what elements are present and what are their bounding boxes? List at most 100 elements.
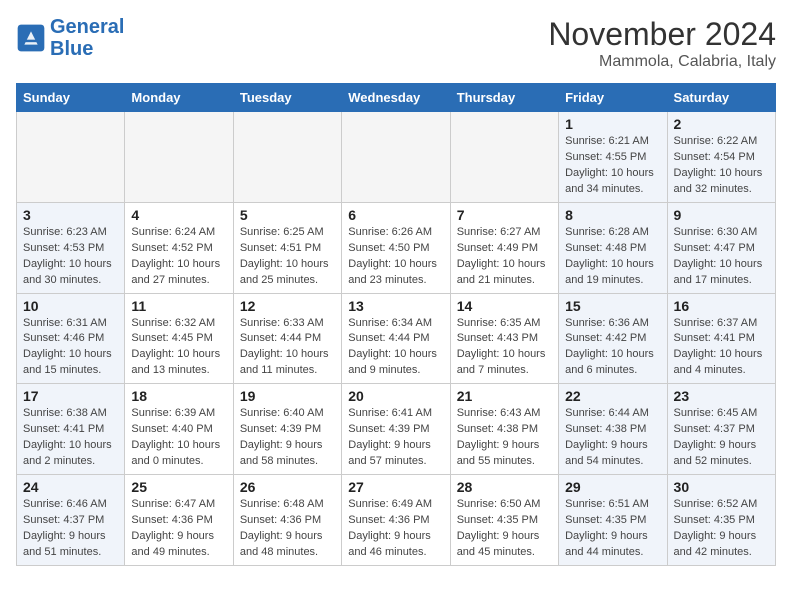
calendar-cell: 29 Sunrise: 6:51 AMSunset: 4:35 PMDayligh… [559,475,667,566]
calendar-cell: 16 Sunrise: 6:37 AMSunset: 4:41 PMDayligh… [667,293,775,384]
day-info: Sunrise: 6:40 AMSunset: 4:39 PMDaylight:… [240,406,335,470]
calendar-cell [125,112,233,203]
calendar-cell: 9 Sunrise: 6:30 AMSunset: 4:47 PMDaylight… [667,202,775,293]
day-number: 18 [131,388,226,404]
day-info: Sunrise: 6:51 AMSunset: 4:35 PMDaylight:… [565,497,660,561]
day-number: 6 [348,207,443,223]
calendar-week-row: 17Sunrise: 6:38 AMSunset: 4:41 PMDayligh… [17,384,776,475]
calendar-week-row: 3 Sunrise: 6:23 AMSunset: 4:53 PMDaylight… [17,202,776,293]
day-number: 16 [674,298,769,314]
day-number: 9 [674,207,769,223]
day-number: 12 [240,298,335,314]
weekday-header: Saturday [667,84,775,112]
calendar-cell: 26 Sunrise: 6:48 AMSunset: 4:36 PMDayligh… [233,475,341,566]
logo: General Blue [16,16,124,60]
day-number: 10 [23,298,118,314]
day-number: 14 [457,298,552,314]
day-info: Sunrise: 6:45 AMSunset: 4:37 PMDaylight:… [674,406,769,470]
day-number: 3 [23,207,118,223]
weekday-header: Tuesday [233,84,341,112]
day-number: 23 [674,388,769,404]
month-title: November 2024 [548,16,776,53]
calendar-cell: 8 Sunrise: 6:28 AMSunset: 4:48 PMDaylight… [559,202,667,293]
day-number: 17 [23,388,118,404]
day-info: Sunrise: 6:37 AMSunset: 4:41 PMDaylight:… [674,316,769,380]
calendar-body: 1 Sunrise: 6:21 AMSunset: 4:55 PMDaylight… [17,112,776,566]
day-number: 5 [240,207,335,223]
weekday-header: Thursday [450,84,558,112]
calendar-cell: 30 Sunrise: 6:52 AMSunset: 4:35 PMDayligh… [667,475,775,566]
day-info: Sunrise: 6:30 AMSunset: 4:47 PMDaylight:… [674,225,769,289]
day-info: Sunrise: 6:41 AMSunset: 4:39 PMDaylight:… [348,406,443,470]
calendar-cell: 6 Sunrise: 6:26 AMSunset: 4:50 PMDaylight… [342,202,450,293]
calendar-cell: 17Sunrise: 6:38 AMSunset: 4:41 PMDayligh… [17,384,125,475]
calendar-cell: 14 Sunrise: 6:35 AMSunset: 4:43 PMDayligh… [450,293,558,384]
calendar-week-row: 10 Sunrise: 6:31 AMSunset: 4:46 PMDayligh… [17,293,776,384]
day-number: 21 [457,388,552,404]
day-info: Sunrise: 6:44 AMSunset: 4:38 PMDaylight:… [565,406,660,470]
day-info: Sunrise: 6:47 AMSunset: 4:36 PMDaylight:… [131,497,226,561]
day-number: 25 [131,479,226,495]
day-number: 26 [240,479,335,495]
day-number: 7 [457,207,552,223]
day-info: Sunrise: 6:33 AMSunset: 4:44 PMDaylight:… [240,316,335,380]
calendar-week-row: 24Sunrise: 6:46 AMSunset: 4:37 PMDayligh… [17,475,776,566]
day-number: 8 [565,207,660,223]
day-number: 27 [348,479,443,495]
day-info: Sunrise: 6:49 AMSunset: 4:36 PMDaylight:… [348,497,443,561]
day-number: 4 [131,207,226,223]
location: Mammola, Calabria, Italy [548,53,776,71]
day-info: Sunrise: 6:32 AMSunset: 4:45 PMDaylight:… [131,316,226,380]
day-info: Sunrise: 6:35 AMSunset: 4:43 PMDaylight:… [457,316,552,380]
calendar-cell: 1 Sunrise: 6:21 AMSunset: 4:55 PMDaylight… [559,112,667,203]
day-number: 19 [240,388,335,404]
day-info: Sunrise: 6:31 AMSunset: 4:46 PMDaylight:… [23,316,118,380]
calendar-cell: 18 Sunrise: 6:39 AMSunset: 4:40 PMDayligh… [125,384,233,475]
day-info: Sunrise: 6:48 AMSunset: 4:36 PMDaylight:… [240,497,335,561]
weekday-header: Sunday [17,84,125,112]
calendar-cell: 3 Sunrise: 6:23 AMSunset: 4:53 PMDaylight… [17,202,125,293]
day-info: Sunrise: 6:21 AMSunset: 4:55 PMDaylight:… [565,134,660,198]
day-info: Sunrise: 6:23 AMSunset: 4:53 PMDaylight:… [23,225,118,289]
page-header: General Blue November 2024 Mammola, Cala… [16,16,776,71]
weekday-header: Friday [559,84,667,112]
day-info: Sunrise: 6:24 AMSunset: 4:52 PMDaylight:… [131,225,226,289]
weekday-header: Monday [125,84,233,112]
day-number: 29 [565,479,660,495]
day-number: 13 [348,298,443,314]
calendar-cell: 12 Sunrise: 6:33 AMSunset: 4:44 PMDayligh… [233,293,341,384]
calendar-cell: 28Sunrise: 6:50 AMSunset: 4:35 PMDayligh… [450,475,558,566]
day-info: Sunrise: 6:52 AMSunset: 4:35 PMDaylight:… [674,497,769,561]
calendar-header-row: SundayMondayTuesdayWednesdayThursdayFrid… [17,84,776,112]
day-number: 20 [348,388,443,404]
day-number: 1 [565,116,660,132]
calendar-cell: 27 Sunrise: 6:49 AMSunset: 4:36 PMDayligh… [342,475,450,566]
weekday-header: Wednesday [342,84,450,112]
day-number: 22 [565,388,660,404]
day-number: 15 [565,298,660,314]
day-info: Sunrise: 6:36 AMSunset: 4:42 PMDaylight:… [565,316,660,380]
calendar-cell: 23 Sunrise: 6:45 AMSunset: 4:37 PMDayligh… [667,384,775,475]
day-info: Sunrise: 6:27 AMSunset: 4:49 PMDaylight:… [457,225,552,289]
day-number: 30 [674,479,769,495]
calendar-cell: 11Sunrise: 6:32 AMSunset: 4:45 PMDayligh… [125,293,233,384]
calendar-table: SundayMondayTuesdayWednesdayThursdayFrid… [16,83,776,566]
day-info: Sunrise: 6:43 AMSunset: 4:38 PMDaylight:… [457,406,552,470]
calendar-cell [233,112,341,203]
calendar-cell: 7 Sunrise: 6:27 AMSunset: 4:49 PMDaylight… [450,202,558,293]
calendar-cell [450,112,558,203]
calendar-cell: 10 Sunrise: 6:31 AMSunset: 4:46 PMDayligh… [17,293,125,384]
title-block: November 2024 Mammola, Calabria, Italy [548,16,776,71]
day-number: 2 [674,116,769,132]
calendar-cell: 13Sunrise: 6:34 AMSunset: 4:44 PMDayligh… [342,293,450,384]
calendar-cell: 2Sunrise: 6:22 AMSunset: 4:54 PMDaylight… [667,112,775,203]
calendar-cell: 5Sunrise: 6:25 AMSunset: 4:51 PMDaylight… [233,202,341,293]
day-info: Sunrise: 6:39 AMSunset: 4:40 PMDaylight:… [131,406,226,470]
day-number: 28 [457,479,552,495]
logo-text: General Blue [50,16,124,60]
calendar-cell: 22 Sunrise: 6:44 AMSunset: 4:38 PMDayligh… [559,384,667,475]
day-info: Sunrise: 6:26 AMSunset: 4:50 PMDaylight:… [348,225,443,289]
calendar-cell: 4 Sunrise: 6:24 AMSunset: 4:52 PMDaylight… [125,202,233,293]
day-info: Sunrise: 6:28 AMSunset: 4:48 PMDaylight:… [565,225,660,289]
calendar-cell: 24Sunrise: 6:46 AMSunset: 4:37 PMDayligh… [17,475,125,566]
